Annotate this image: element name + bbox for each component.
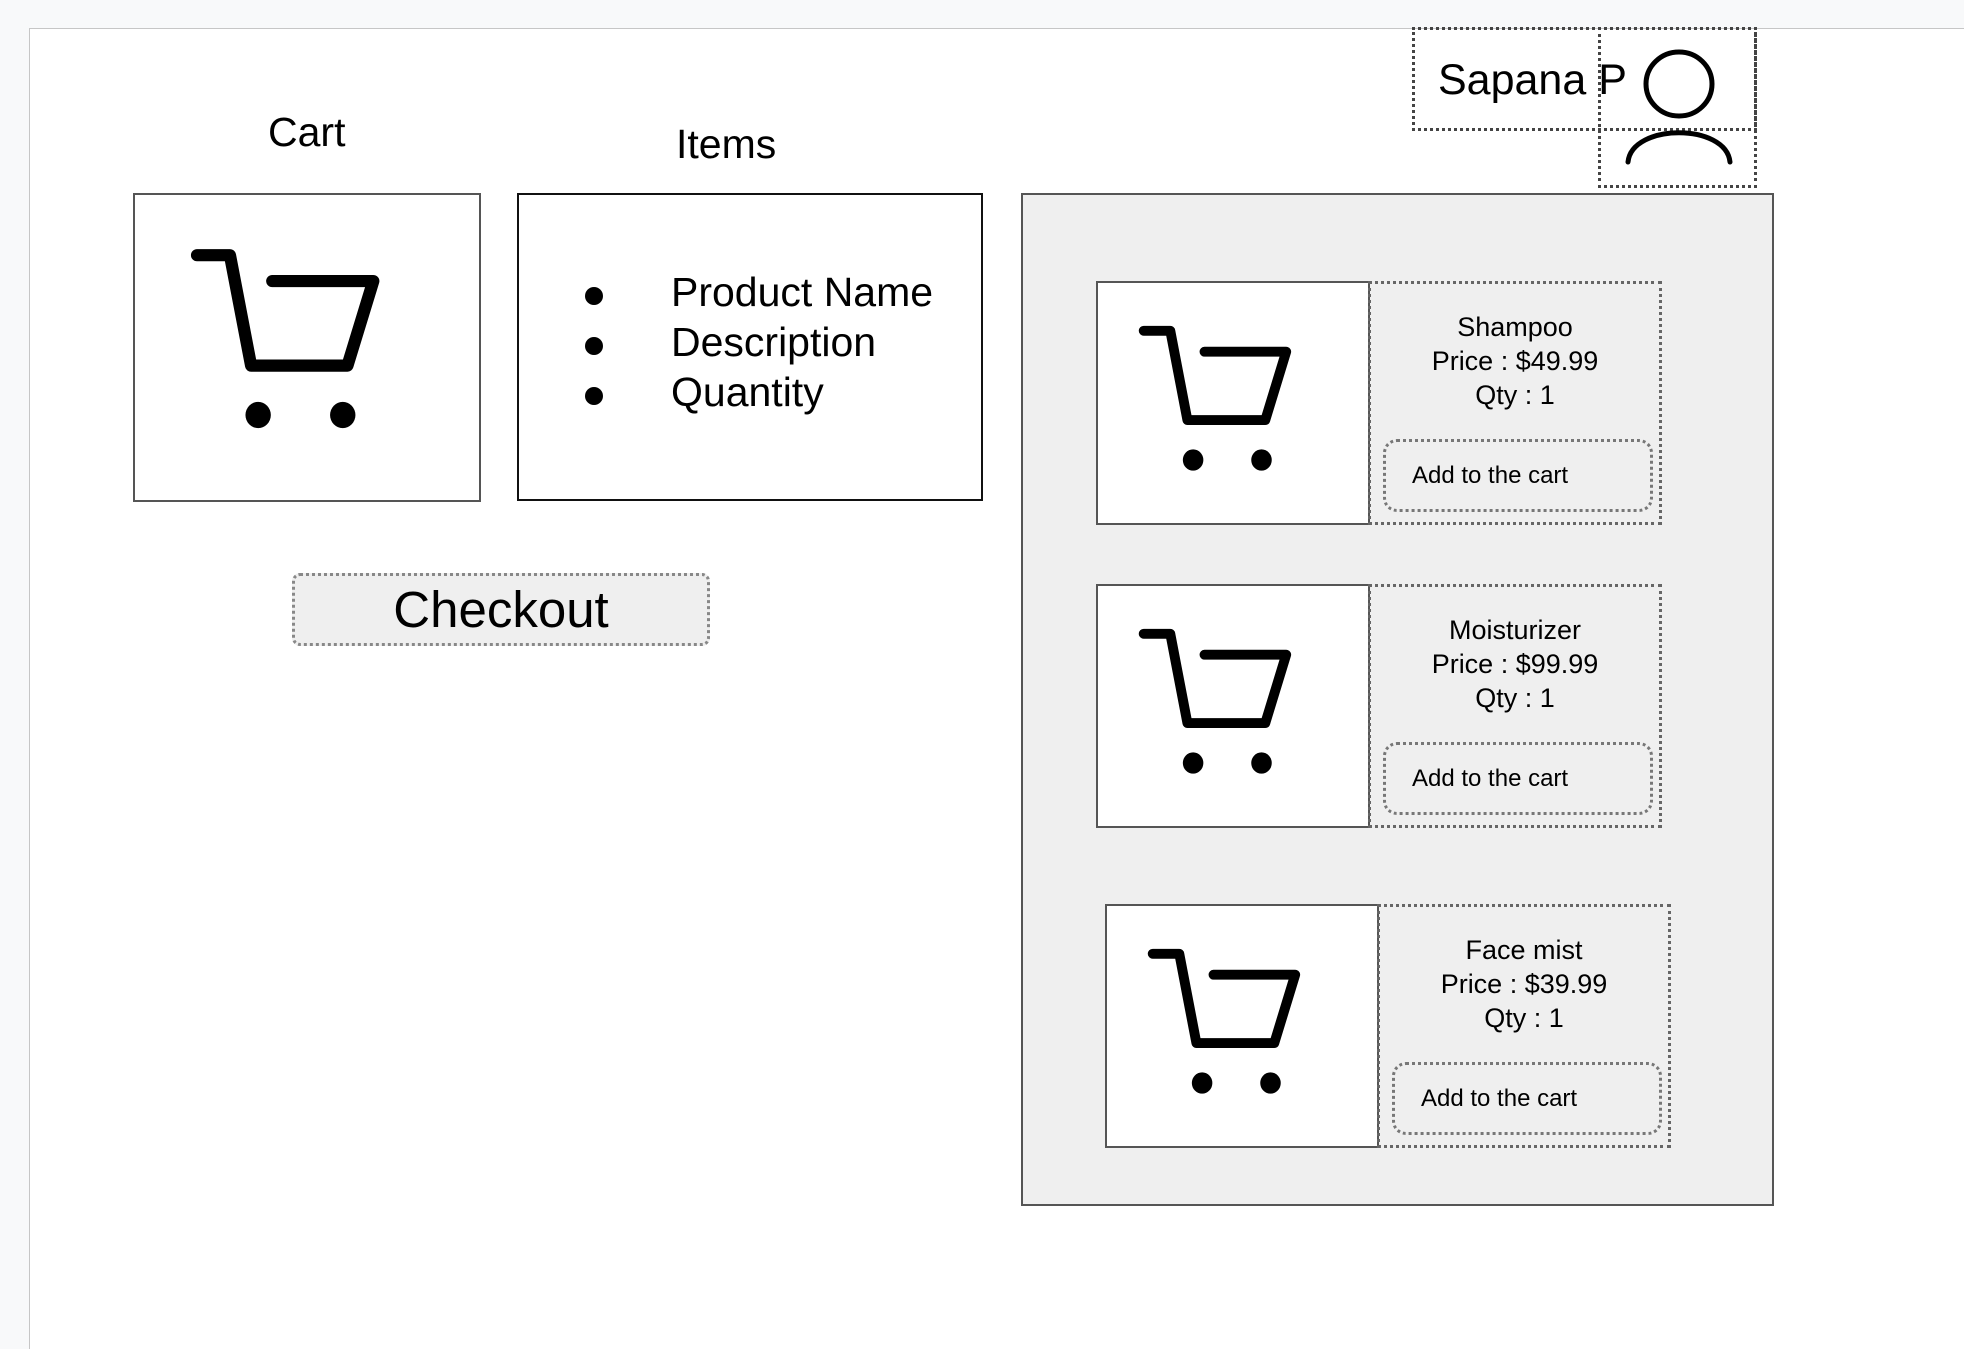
product-info: Moisturizer Price : $99.99 Qty : 1 Add t… [1368, 584, 1662, 828]
list-item: Product Name [519, 267, 981, 317]
bullet-icon [585, 287, 603, 305]
product-price: Price : $49.99 [1431, 346, 1599, 376]
items-section-title: Items [676, 121, 777, 167]
bullet-icon [585, 387, 603, 405]
product-info: Face mist Price : $39.99 Qty : 1 Add to … [1377, 904, 1671, 1148]
add-to-cart-button[interactable]: Add to the cart [1383, 742, 1653, 815]
product-details: Face mist Price : $39.99 Qty : 1 [1380, 933, 1668, 1035]
product-details: Moisturizer Price : $99.99 Qty : 1 [1371, 613, 1659, 715]
product-info: Shampoo Price : $49.99 Qty : 1 Add to th… [1368, 281, 1662, 525]
bullet-icon [585, 337, 603, 355]
product-card-moisturizer: Moisturizer Price : $99.99 Qty : 1 Add t… [1096, 584, 1662, 828]
field-description: Description [671, 319, 877, 365]
shopping-cart-icon [1147, 948, 1301, 1094]
shopping-cart-icon [1138, 325, 1292, 471]
product-card-face-mist: Face mist Price : $39.99 Qty : 1 Add to … [1105, 904, 1671, 1148]
product-image[interactable] [1096, 584, 1370, 828]
shopping-cart-icon [1138, 628, 1292, 774]
item-fields-list: Product Name Description Quantity [519, 267, 981, 417]
product-name: Shampoo [1457, 312, 1573, 342]
product-list-panel: Shampoo Price : $49.99 Qty : 1 Add to th… [1021, 193, 1774, 1206]
add-to-cart-button[interactable]: Add to the cart [1383, 439, 1653, 512]
shopping-cart-icon [190, 249, 380, 429]
product-card-shampoo: Shampoo Price : $49.99 Qty : 1 Add to th… [1096, 281, 1662, 525]
add-to-cart-button[interactable]: Add to the cart [1392, 1062, 1662, 1135]
product-price: Price : $99.99 [1431, 649, 1599, 679]
product-qty: Qty : 1 [1475, 683, 1555, 713]
product-name: Moisturizer [1448, 615, 1582, 645]
field-quantity: Quantity [671, 369, 824, 415]
list-item: Description [519, 317, 981, 367]
cart-image-box[interactable] [133, 193, 481, 502]
checkout-button[interactable]: Checkout [292, 573, 710, 646]
product-price: Price : $39.99 [1440, 969, 1608, 999]
product-qty: Qty : 1 [1475, 380, 1555, 410]
product-image[interactable] [1096, 281, 1370, 525]
product-qty: Qty : 1 [1484, 1003, 1564, 1033]
product-image[interactable] [1105, 904, 1379, 1148]
product-name: Face mist [1465, 935, 1583, 965]
user-avatar-icon[interactable] [1620, 45, 1738, 167]
field-product-name: Product Name [671, 269, 934, 315]
cart-section-title: Cart [268, 109, 346, 155]
list-item: Quantity [519, 367, 981, 417]
items-details-box: Product Name Description Quantity [517, 193, 983, 501]
product-details: Shampoo Price : $49.99 Qty : 1 [1371, 310, 1659, 412]
